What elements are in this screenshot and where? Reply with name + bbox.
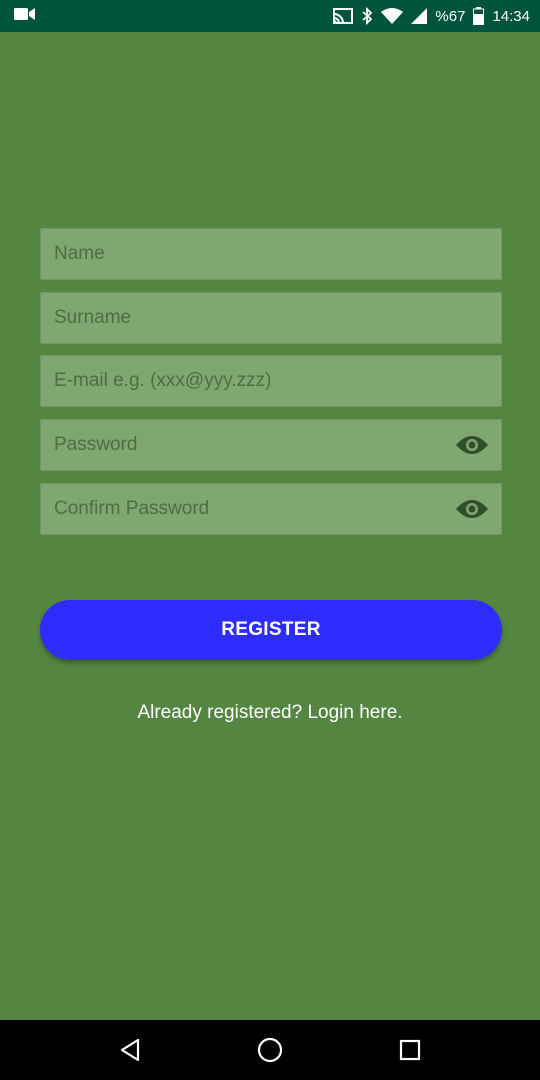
clock: 14:34 [492, 7, 530, 25]
confirm-password-field [40, 483, 502, 535]
video-camera-icon [14, 7, 36, 26]
password-visibility-toggle[interactable] [455, 433, 489, 457]
register-button[interactable]: REGISTER [40, 600, 502, 660]
confirm-password-visibility-toggle[interactable] [455, 497, 489, 521]
name-input[interactable] [54, 229, 489, 279]
login-link[interactable]: Already registered? Login here. [0, 702, 540, 724]
eye-icon [456, 500, 488, 518]
recents-icon[interactable] [390, 1030, 430, 1070]
surname-field [40, 292, 502, 344]
wifi-icon [381, 8, 404, 24]
status-bar: %67 14:34 [0, 0, 540, 32]
password-field [40, 419, 502, 471]
back-icon[interactable] [110, 1030, 150, 1070]
email-input[interactable] [54, 356, 489, 406]
surname-input[interactable] [54, 293, 489, 343]
password-input[interactable] [54, 420, 455, 470]
battery-text: %67 [435, 7, 466, 25]
navigation-bar [0, 1020, 540, 1080]
name-field [40, 228, 502, 280]
home-icon[interactable] [250, 1030, 290, 1070]
email-field [40, 355, 502, 407]
bluetooth-icon [361, 7, 373, 25]
battery-icon [473, 7, 485, 25]
cast-icon [333, 8, 354, 24]
confirm-password-input[interactable] [54, 484, 455, 534]
signal-icon [411, 8, 428, 24]
register-screen: REGISTER Already registered? Login here. [0, 32, 540, 1020]
eye-icon [456, 436, 488, 454]
